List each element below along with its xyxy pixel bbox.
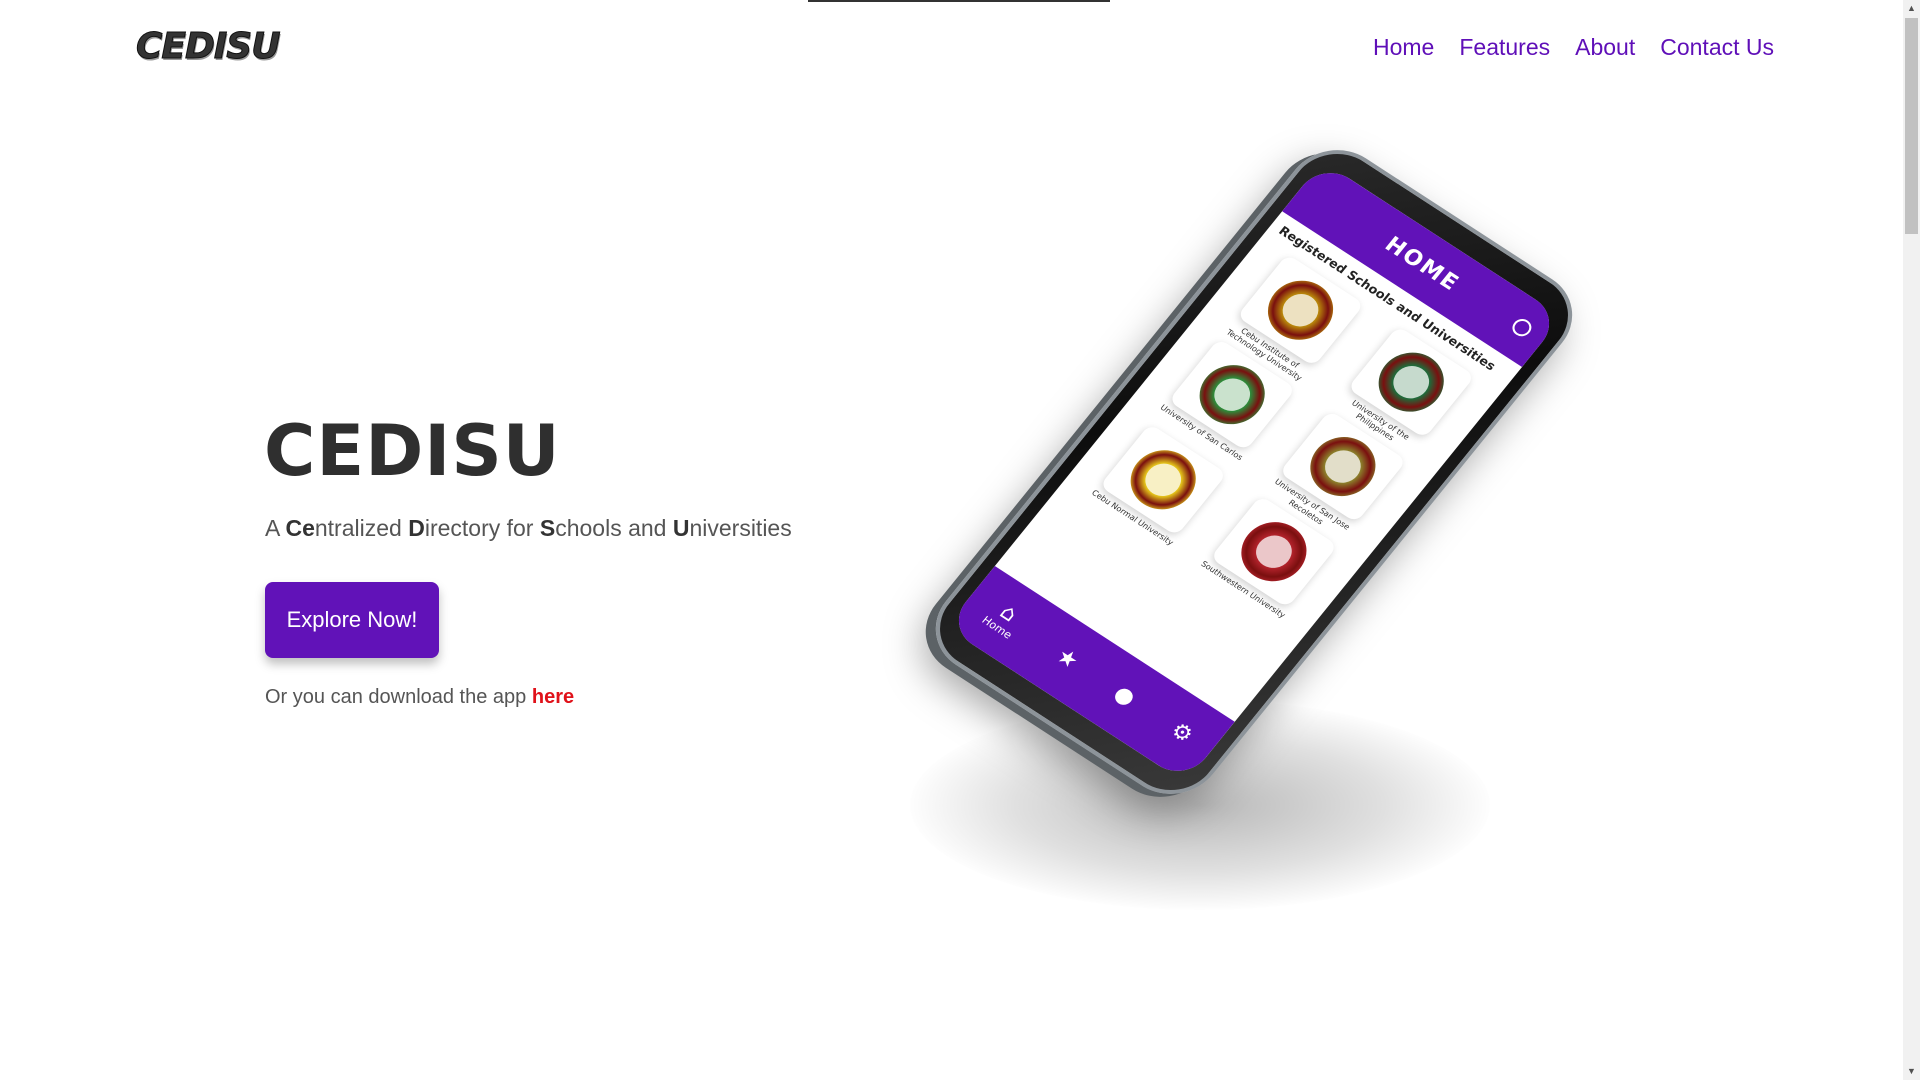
nav-about-link[interactable]: About [1575, 34, 1635, 61]
download-prefix: Or you can download the app [265, 686, 532, 708]
hero-subtitle: A Centralized Directory for Schools and … [265, 515, 792, 542]
page-scrollbar[interactable]: ▲ ▼ [1903, 0, 1920, 1080]
school-seal-icon [1117, 438, 1209, 521]
explore-now-button[interactable]: Explore Now! [265, 582, 439, 658]
search-icon [1508, 315, 1536, 340]
scroll-up-arrow-icon[interactable]: ▲ [1903, 0, 1920, 17]
school-seal-icon [1186, 353, 1278, 437]
hero-subtitle-part: irectory for [424, 515, 540, 541]
star-icon: ★ [1051, 643, 1084, 675]
hero-subtitle-part: A [265, 515, 286, 541]
school-seal-icon [1365, 341, 1457, 424]
hero-subtitle-part: ntralized [314, 515, 409, 541]
hero-subtitle-part: S [539, 515, 556, 541]
school-seal-icon [1228, 510, 1320, 593]
download-text: Or you can download the app here [265, 686, 574, 709]
gear-icon: ⚙ [1165, 718, 1198, 749]
app-nav-item[interactable]: ⚙ [1165, 718, 1198, 749]
user-icon: ● [1108, 681, 1141, 712]
nav-contact-link[interactable]: Contact Us [1660, 34, 1774, 61]
app-nav-item[interactable]: ⌂ Home [980, 596, 1029, 642]
scroll-thumb[interactable] [1905, 18, 1918, 234]
hero-subtitle-part: Ce [285, 515, 315, 541]
phone-screen: HOME Registered Schools and Universities… [945, 161, 1563, 783]
school-seal-icon [1254, 269, 1347, 352]
hero-subtitle-part: niversities [689, 515, 792, 541]
hero-subtitle-part: D [408, 515, 425, 541]
app-nav-item[interactable]: ● [1108, 681, 1141, 712]
scroll-down-arrow-icon[interactable]: ▼ [1903, 1063, 1920, 1080]
top-indicator-bar [808, 0, 1110, 2]
download-here-link[interactable]: here [532, 686, 574, 708]
main-nav: Home Features About Contact Us [1373, 34, 1774, 61]
school-seal-icon [1297, 425, 1389, 508]
hero-subtitle-part: U [672, 515, 690, 541]
nav-features-link[interactable]: Features [1459, 34, 1550, 61]
app-nav-item[interactable]: ★ [1051, 643, 1084, 675]
hero-subtitle-part: chools and [555, 515, 673, 541]
landing-page: CEDISU Home Features About Contact Us CE… [0, 0, 1920, 1080]
phone-mockup-image: HOME Registered Schools and Universities… [915, 132, 1593, 812]
site-logo[interactable]: CEDISU [135, 26, 280, 68]
hero-title: CEDISU [264, 410, 561, 492]
nav-home-link[interactable]: Home [1373, 34, 1434, 61]
